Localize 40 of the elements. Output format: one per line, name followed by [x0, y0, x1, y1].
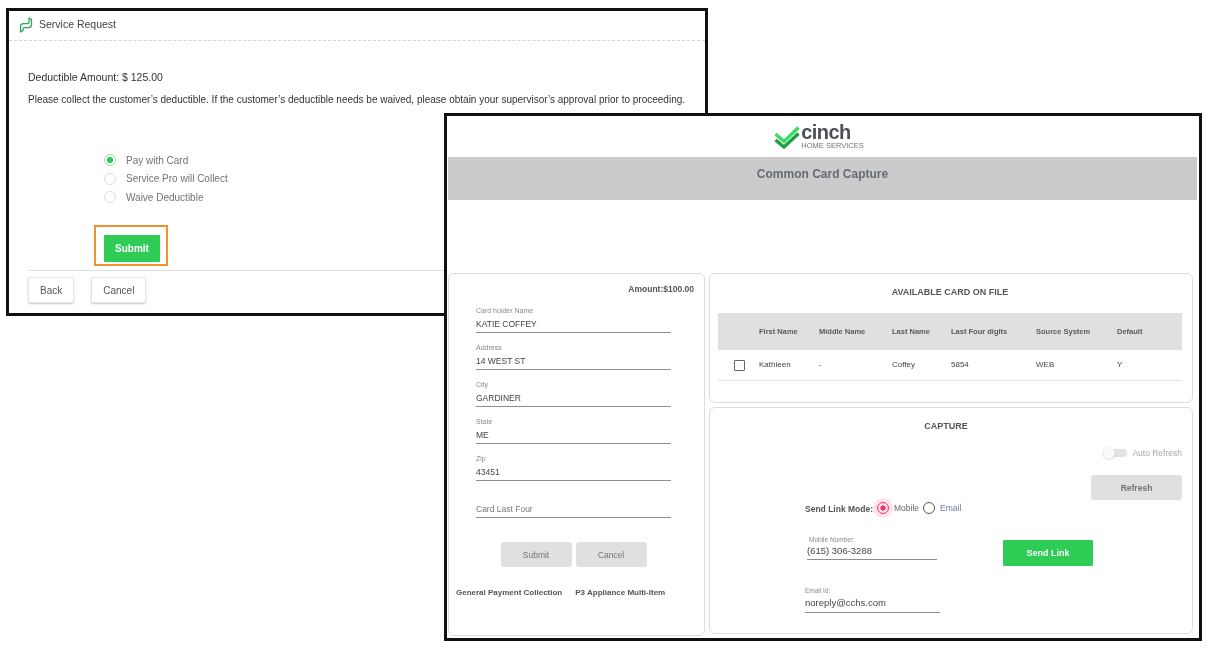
- double-check-logo-icon: [774, 124, 801, 149]
- mode-label: Send Link Mode:: [805, 503, 873, 515]
- section-title: CAPTURE: [924, 421, 968, 432]
- option-label: Pay with Card: [126, 153, 189, 167]
- table-cell: Coffey: [892, 360, 915, 370]
- instruction-text: Please collect the customer’s deductible. If the customer’s deductible needs be waived, please obtain your supervisor’s approval prior to proceeding.: [28, 93, 686, 107]
- option-label: Service Pro will Collect: [126, 172, 228, 186]
- toggle-label: Auto Refresh: [1132, 447, 1182, 459]
- table-cell: Kathleen: [759, 360, 791, 370]
- option-label: Waive Deductible: [126, 190, 204, 204]
- radio-button[interactable]: [104, 154, 116, 167]
- text-field[interactable]: 14 WEST ST: [476, 354, 671, 370]
- payment-type-link[interactable]: P3 Appliance Multi-Item: [575, 588, 666, 598]
- logo-wordmark: cinch: [801, 123, 851, 141]
- text-field[interactable]: (615) 306-3288: [807, 545, 937, 560]
- footer-button[interactable]: Back: [28, 277, 75, 303]
- text-field[interactable]: Card Last Four: [476, 502, 671, 518]
- zigzag-logo-icon: [19, 16, 33, 33]
- option-label: Email: [940, 502, 962, 514]
- table-cell: 5854: [951, 360, 969, 370]
- text-field[interactable]: GARDINER: [476, 391, 671, 407]
- text-field[interactable]: ME: [476, 428, 671, 444]
- section-title: AVAILABLE CARD ON FILE: [891, 287, 1009, 298]
- deductible-amount: Deductible Amount: $ 125.00: [28, 70, 163, 84]
- row-checkbox[interactable]: [734, 359, 745, 371]
- table-cell: WEB: [1036, 360, 1055, 370]
- text-field[interactable]: 43451: [476, 465, 671, 481]
- footer-button[interactable]: Cancel: [91, 277, 147, 303]
- radio-button[interactable]: [104, 172, 116, 185]
- text-field[interactable]: KATIE COFFEY: [476, 317, 671, 333]
- table-cell: Y: [1117, 360, 1123, 370]
- text-field[interactable]: noreply@cchs.com: [805, 596, 940, 613]
- radio-button[interactable]: [104, 191, 116, 204]
- window-title: Service Request: [39, 18, 117, 31]
- option-label: Mobile: [894, 502, 920, 514]
- amount-text: Amount:$100.00: [628, 284, 694, 295]
- page-title: Common Card Capture: [756, 167, 889, 181]
- radio-button[interactable]: [873, 498, 893, 518]
- payment-type-link[interactable]: General Payment Collection: [456, 588, 563, 598]
- table-cell: -: [819, 360, 822, 370]
